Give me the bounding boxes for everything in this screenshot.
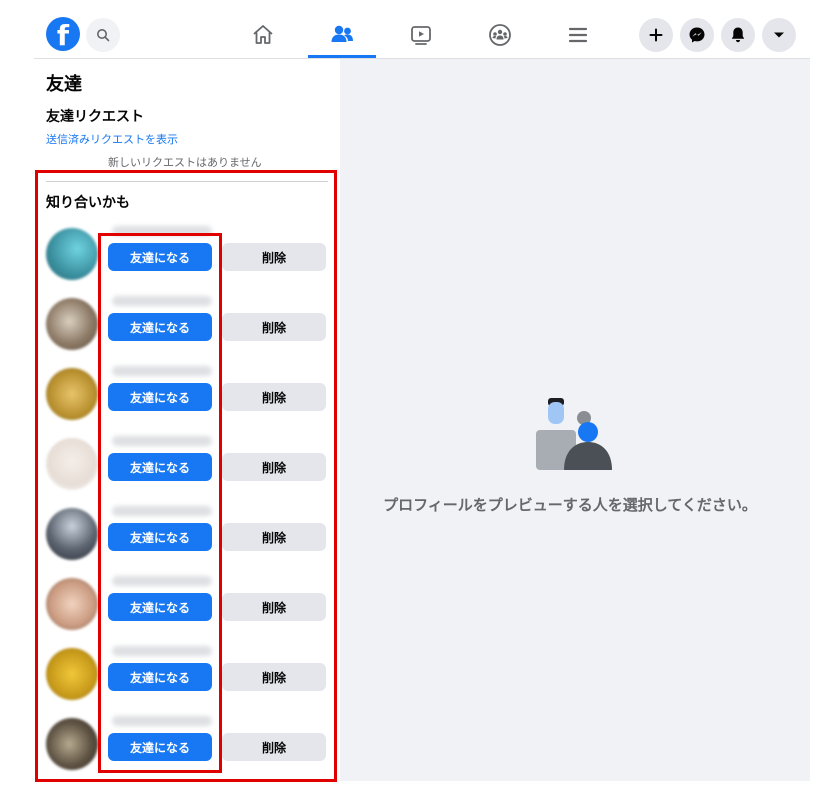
watch-icon: [411, 26, 431, 45]
nav-menu[interactable]: [563, 20, 593, 50]
logo-letter: f: [56, 19, 70, 51]
nav-watch[interactable]: [406, 20, 436, 50]
nav-home[interactable]: [248, 20, 278, 50]
friend-requests-heading: 友達リクエスト: [46, 109, 144, 125]
messenger-button[interactable]: [680, 18, 714, 52]
home-icon: [253, 25, 273, 44]
friends-icon: [331, 25, 353, 42]
nav-active-indicator: [308, 55, 376, 58]
highlight-box-add-friend-buttons: [98, 233, 222, 773]
notification-bell-icon: [731, 27, 745, 43]
sent-requests-link[interactable]: 送信済みリクエストを表示: [46, 131, 178, 147]
search-icon: [97, 29, 110, 42]
account-menu-button[interactable]: [762, 18, 796, 52]
people-preview-icon: [536, 398, 612, 470]
groups-icon: [489, 24, 511, 46]
nav-friends[interactable]: [327, 20, 357, 50]
empty-state-message: プロフィールをプレビューする人を選択してください。: [383, 496, 757, 514]
no-requests-text: 新しいリクエストはありません: [108, 156, 262, 169]
page-title: 友達: [46, 74, 82, 95]
menu-icon: [568, 27, 588, 43]
facebook-logo-icon[interactable]: f: [46, 17, 80, 51]
messenger-icon: [689, 27, 705, 43]
nav-groups[interactable]: [485, 20, 515, 50]
plus-icon: [649, 28, 663, 42]
search-button[interactable]: [86, 18, 120, 52]
create-button[interactable]: [639, 18, 673, 52]
notifications-button[interactable]: [721, 18, 755, 52]
caret-down-icon: [774, 32, 784, 38]
